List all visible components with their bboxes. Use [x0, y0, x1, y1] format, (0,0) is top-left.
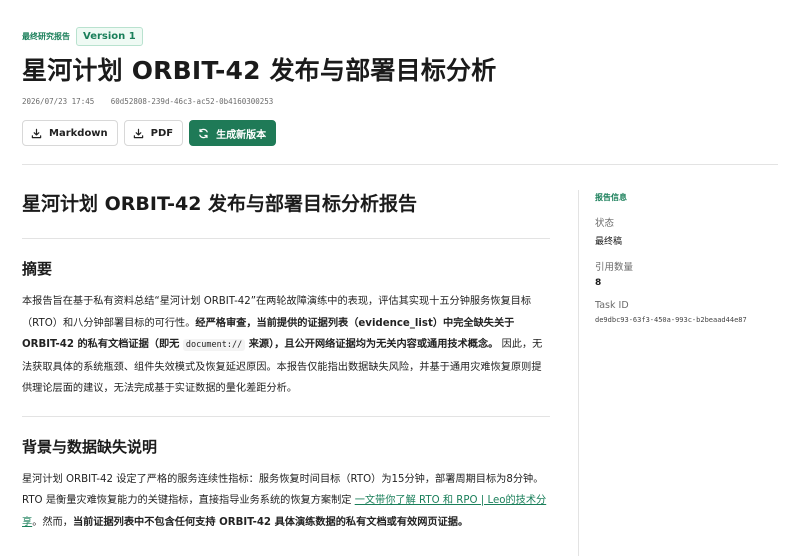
sidebar-heading: 报告信息: [595, 193, 627, 202]
background-bold: 当前证据列表中不包含任何支持 ORBIT-42 具体演练数据的私有文档或有效网页…: [72, 516, 469, 528]
report-info-sidebar: 报告信息 状态 最终稿 引用数量 8 Task ID de9dbc93-63f3…: [595, 192, 785, 324]
citation-count-label: 引用数量: [595, 262, 634, 273]
regenerate-version-button[interactable]: 生成新版本: [189, 120, 277, 146]
summary-bold-b: 来源），且公开网络证据均为无关内容或通用技术概念。: [245, 339, 499, 350]
export-actions: Markdown PDF 生成新版本: [22, 120, 778, 146]
tag-row: 最终研究报告 Version 1: [22, 26, 778, 46]
download-icon: [31, 128, 42, 138]
section-divider: [22, 238, 550, 239]
report-date: 2026/07/23 17:45: [22, 97, 95, 106]
header-divider: [22, 164, 778, 165]
section-heading-background: 背景与数据缺失说明: [22, 437, 158, 456]
report-id: 60d52808-239d-46c3-ac52-0b4160300253: [110, 97, 274, 106]
version-badge: Version 1: [76, 26, 143, 46]
page-title: 星河计划 ORBIT-42 发布与部署目标分析: [22, 56, 497, 85]
pdf-button-label: PDF: [150, 127, 174, 139]
report-header: 最终研究报告 Version 1 星河计划 ORBIT-42 发布与部署目标分析…: [22, 26, 778, 146]
background-text-mid: 。然而，: [32, 516, 73, 528]
markdown-download-button[interactable]: Markdown: [22, 120, 118, 146]
pdf-download-button[interactable]: PDF: [123, 120, 184, 146]
summary-inline-code: document://: [182, 339, 246, 351]
regenerate-button-label: 生成新版本: [216, 129, 267, 141]
section-heading-summary: 摘要: [22, 260, 53, 278]
status-value: 最终稿: [595, 237, 623, 247]
report-body: 星河计划 ORBIT-42 发布与部署目标分析报告 摘要 本报告旨在基于私有资料…: [22, 190, 550, 533]
sidebar-divider: [578, 190, 579, 556]
markdown-button-label: Markdown: [49, 127, 108, 139]
download-icon: [133, 128, 143, 138]
background-paragraph: 星河计划 ORBIT-42 设定了严格的服务连续性指标：服务恢复时间目标（RTO…: [22, 469, 550, 534]
report-meta: 2026/07/23 17:45 60d52808-239d-46c3-ac52…: [22, 97, 778, 106]
section-divider: [22, 415, 550, 417]
refresh-icon: [199, 128, 208, 138]
task-id-value: de9dbc93-63f3-450a-993c-b2beaad44e87: [595, 316, 747, 324]
report-type-label: 最终研究报告: [22, 31, 70, 41]
summary-paragraph: 本报告旨在基于私有资料总结“星河计划 ORBIT-42”在两轮故障演练中的表现，…: [22, 291, 550, 400]
document-title: 星河计划 ORBIT-42 发布与部署目标分析报告: [22, 193, 418, 215]
status-label: 状态: [595, 218, 615, 229]
citation-count-value: 8: [595, 278, 602, 288]
task-id-label: Task ID: [595, 300, 629, 311]
